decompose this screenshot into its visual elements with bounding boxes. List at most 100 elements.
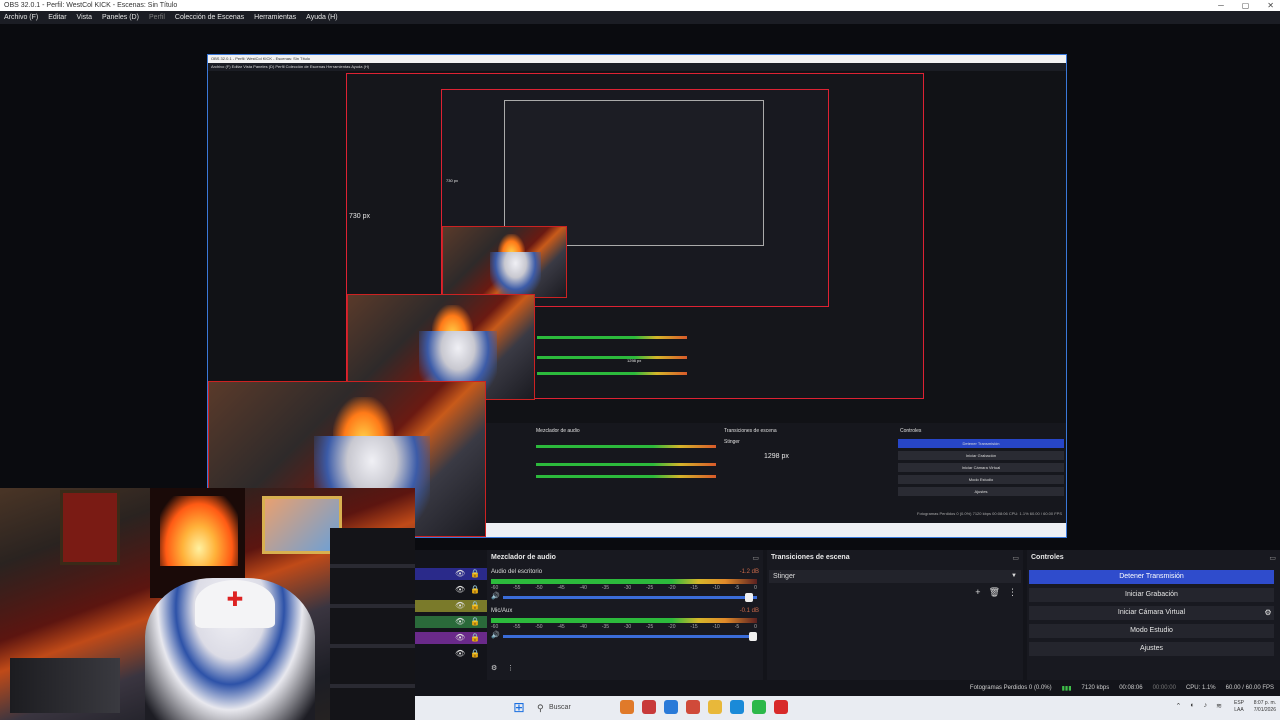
window-titlebar: OBS 32.0.1 - Perfil: WestCol KICK - Esce… (0, 0, 1280, 11)
settings-button[interactable]: Ajustes (1029, 642, 1274, 656)
size-label-730: 730 px (349, 213, 371, 220)
nested-statusbar: Fotogramas Perdidos 0 (0.0%) 7120 kbps 0… (917, 511, 1062, 516)
dock-undock-icon[interactable]: ▭ (1012, 554, 1019, 562)
volume-slider-mic[interactable] (503, 632, 757, 641)
nested-stinger: Stinger (724, 439, 740, 445)
mixer-source-db: -1.2 dB (739, 569, 759, 575)
speaker-icon[interactable]: ♪ (1204, 702, 1208, 710)
nested-meter-a (536, 445, 716, 448)
maximize-button[interactable]: ▢ (1242, 0, 1250, 11)
taskbar-app-icon[interactable] (686, 700, 700, 714)
close-button[interactable]: ✕ (1267, 0, 1274, 11)
shelf (330, 528, 415, 720)
studio-mode-button[interactable]: Modo Estudio (1029, 624, 1274, 638)
trash-icon[interactable]: 🗑 (989, 587, 1000, 598)
eye-icon[interactable]: 👁 (455, 585, 465, 594)
virtual-camera-button[interactable]: Iniciar Cámara Virtual ⚙ (1029, 606, 1274, 620)
docks-area: 👁 🔒 👁 🔒 👁 🔒 👁 🔒 👁 🔒 👁 🔒 Mezclador de audio ▭ A… (415, 550, 1280, 680)
menu-archivo[interactable]: Archivo (F) (4, 14, 38, 21)
mixer-meter-desktop (491, 579, 757, 584)
transition-select[interactable]: Stinger ▼ (769, 570, 1021, 583)
taskbar-apps (620, 700, 788, 714)
taskbar-app-icon[interactable] (708, 700, 722, 714)
rec-time: 00:00:00 (1152, 685, 1176, 691)
volume-knob[interactable] (745, 593, 753, 602)
dock-undock-icon[interactable]: ▭ (1269, 554, 1276, 562)
source-row-3[interactable]: 👁 🔒 (415, 600, 487, 612)
volume-slider-desktop[interactable] (503, 593, 757, 602)
start-recording-button[interactable]: Iniciar Grabación (1029, 588, 1274, 602)
nested-screen-level-2: 730 px 730 px 1298 px (346, 73, 924, 400)
language-indicator[interactable]: ESP LAA (1234, 700, 1244, 714)
nested-controls-title: Controles (900, 428, 922, 434)
menu-coleccion[interactable]: Colección de Escenas (175, 14, 244, 21)
mixer-settings-icon[interactable]: ⚙ (491, 664, 497, 672)
taskbar-clock[interactable]: 8:07 p. m. 7/01/2026 (1254, 700, 1276, 714)
menu-paneles[interactable]: Paneles (D) (102, 14, 139, 21)
lock-icon[interactable]: 🔒 (470, 601, 480, 610)
taskbar-app-icon[interactable] (730, 700, 744, 714)
chevron-down-icon: ▼ (1011, 573, 1017, 579)
dock-undock-icon[interactable]: ▭ (752, 554, 759, 562)
webcam-source: ✚ (0, 488, 415, 720)
volume-icon[interactable]: 🔊 (491, 592, 500, 600)
mixer-scale: -60 -55 -50 -45 -40 -35 -30 -25 -20 -15 -10 -5 0 (491, 624, 757, 630)
menu-vista[interactable]: Vista (77, 14, 92, 21)
transition-buttons: + 🗑 ⋮ (975, 587, 1017, 598)
eye-icon[interactable]: 👁 (455, 633, 465, 642)
add-icon[interactable]: + (975, 587, 980, 598)
lock-icon[interactable]: 🔒 (470, 585, 480, 594)
network-icon[interactable]: ◐ (1190, 702, 1194, 710)
eye-icon[interactable]: 👁 (455, 569, 465, 578)
controls-title: Controles (1031, 554, 1064, 561)
search-icon: ⚲ (537, 703, 544, 713)
menu-perfil[interactable]: Perfil (149, 14, 165, 21)
mixer-scale: -60 -55 -50 -45 -40 -35 -30 -25 -20 -15 -10 -5 0 (491, 585, 757, 591)
source-row-5[interactable]: 👁 🔒 (415, 632, 487, 644)
nested-btn-studio: Modo Estudio (898, 475, 1064, 484)
window-title: OBS 32.0.1 - Perfil: WestCol KICK - Esce… (4, 2, 178, 9)
nested-screen-level-3: 730 px (441, 89, 829, 307)
gear-icon[interactable]: ⚙ (1261, 606, 1275, 620)
volume-knob[interactable] (749, 632, 757, 641)
eye-icon[interactable]: 👁 (455, 617, 465, 626)
nested-meter-2 (537, 356, 687, 359)
lock-icon[interactable]: 🔒 (470, 617, 480, 626)
signal-icon: ▮▮▮ (1061, 685, 1072, 692)
status-bar: Fotogramas Perdidos 0 (0.0%) ▮▮▮ 7120 kb… (415, 680, 1280, 696)
menu-ayuda[interactable]: Ayuda (H) (306, 14, 337, 21)
chevron-up-icon[interactable]: ⌃ (1176, 702, 1182, 710)
volume-icon[interactable]: 🔊 (491, 631, 500, 639)
lock-icon[interactable]: 🔒 (470, 649, 480, 658)
taskbar-app-icon[interactable] (664, 700, 678, 714)
source-row-2[interactable]: 👁 🔒 (415, 584, 487, 596)
wifi-icon[interactable]: ≋ (1216, 702, 1222, 710)
source-row-6[interactable]: 👁 🔒 (415, 648, 487, 660)
taskbar-app-icon[interactable] (620, 700, 634, 714)
taskbar-app-icon[interactable] (774, 700, 788, 714)
mixer-source-db: -0.1 dB (739, 608, 759, 614)
fps: 60.00 / 60.00 FPS (1225, 685, 1274, 691)
minimize-button[interactable]: ─ (1218, 0, 1224, 11)
controls-dock: Controles ▭ Detener Transmisión Iniciar … (1027, 550, 1280, 680)
more-icon[interactable]: ⋮ (1008, 587, 1017, 598)
nested-mixer-title: Mezclador de audio (536, 428, 580, 434)
source-row-4[interactable]: 👁 🔒 (415, 616, 487, 628)
taskbar-search[interactable]: ⚲ Buscar (533, 699, 613, 717)
taskbar-app-icon[interactable] (752, 700, 766, 714)
preview-canvas[interactable]: OBS 32.0.1 - Perfil: WestCol KICK - Esce… (0, 24, 1280, 550)
menu-herramientas[interactable]: Herramientas (254, 14, 296, 21)
mixer-menu-icon[interactable]: ⋮ (507, 664, 514, 672)
menu-bar: Archivo (F) Editar Vista Paneles (D) Per… (0, 11, 1280, 24)
stop-streaming-button[interactable]: Detener Transmisión (1029, 570, 1274, 584)
source-row-1[interactable]: 👁 🔒 (415, 568, 487, 580)
eye-icon[interactable]: 👁 (455, 601, 465, 610)
eye-icon[interactable]: 👁 (455, 649, 465, 658)
clock-time: 8:07 p. m. (1253, 700, 1276, 706)
menu-editar[interactable]: Editar (48, 14, 66, 21)
nested-transitions-title: Transiciones de escena (724, 428, 777, 434)
windows-start-icon[interactable]: ⊞ (513, 700, 527, 714)
lock-icon[interactable]: 🔒 (470, 569, 480, 578)
lock-icon[interactable]: 🔒 (470, 633, 480, 642)
taskbar-app-icon[interactable] (642, 700, 656, 714)
